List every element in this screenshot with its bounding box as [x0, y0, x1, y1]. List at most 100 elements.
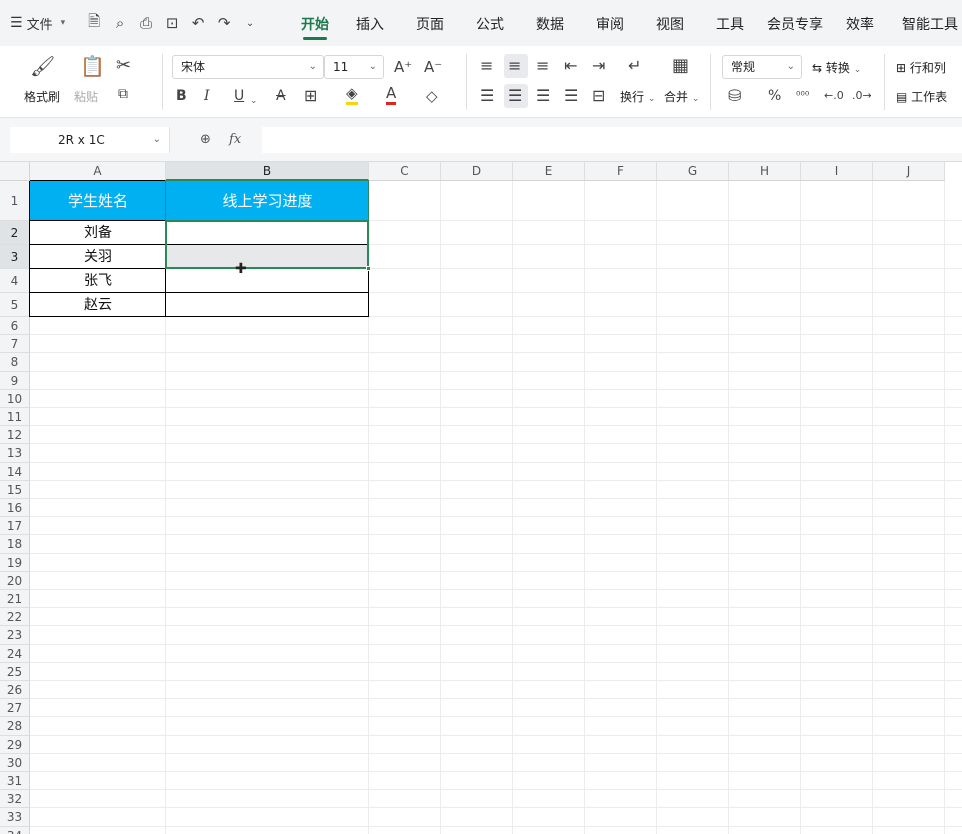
column-header-E[interactable]: E — [513, 162, 585, 181]
zoom-icon[interactable]: ⊕ — [200, 132, 211, 147]
convert-button[interactable]: ⇆ 转换 ⌄ — [812, 59, 861, 76]
format-painter-label[interactable]: 格式刷 — [24, 88, 60, 105]
thousands-icon[interactable]: ⁰⁰⁰ — [796, 86, 809, 106]
row-header-11[interactable]: 11 — [0, 408, 30, 427]
print-icon[interactable]: ⎙ — [137, 14, 155, 32]
row-header-4[interactable]: 4 — [0, 269, 30, 293]
row-header-16[interactable]: 16 — [0, 499, 30, 518]
cut-icon[interactable]: ✂ — [116, 56, 131, 76]
increase-font-icon[interactable]: A⁺ — [394, 57, 412, 77]
row-header-13[interactable]: 13 — [0, 444, 30, 463]
align-right-icon[interactable]: ☰ — [536, 86, 550, 106]
format-painter-icon[interactable]: 🖌 — [30, 56, 55, 76]
row-header-15[interactable]: 15 — [0, 480, 30, 499]
border-icon[interactable]: ⊞ — [304, 86, 317, 106]
row-header-6[interactable]: 6 — [0, 317, 30, 336]
select-all-corner[interactable] — [0, 162, 30, 181]
row-header-28[interactable]: 28 — [0, 717, 30, 736]
merge-button[interactable]: 合并 ⌄ — [664, 88, 699, 105]
column-header-G[interactable]: G — [657, 162, 729, 181]
row-header-30[interactable]: 30 — [0, 753, 30, 772]
student-name-cell[interactable]: 关羽 — [30, 245, 166, 269]
row-header-34[interactable]: 34 — [0, 826, 30, 834]
tab-6[interactable]: 视图 — [640, 0, 700, 46]
wrap-button[interactable]: 换行 ⌄ — [620, 88, 655, 105]
row-header-19[interactable]: 19 — [0, 553, 30, 572]
merge-cells-icon[interactable]: ▦ — [672, 56, 689, 76]
worksheet-button[interactable]: ▤ 工作表 — [896, 88, 947, 105]
tab-9[interactable]: 效率 — [830, 0, 890, 46]
column-header-D[interactable]: D — [441, 162, 513, 181]
row-header-26[interactable]: 26 — [0, 681, 30, 700]
tab-10[interactable]: 智能工具 — [890, 0, 962, 46]
table-header-cell[interactable]: 学生姓名 — [30, 181, 166, 221]
row-header-9[interactable]: 9 — [0, 371, 30, 390]
italic-button[interactable]: I — [204, 86, 210, 106]
font-name-select[interactable]: 宋体 ⌄ — [172, 55, 324, 79]
row-header-17[interactable]: 17 — [0, 517, 30, 536]
column-header-B[interactable]: B — [166, 162, 369, 181]
row-header-5[interactable]: 5 — [0, 293, 30, 317]
tab-3[interactable]: 公式 — [460, 0, 520, 46]
print-preview-icon[interactable]: ⊡ — [163, 14, 181, 32]
column-header-C[interactable]: C — [369, 162, 441, 181]
student-name-cell[interactable]: 刘备 — [30, 221, 166, 245]
column-header-H[interactable]: H — [729, 162, 801, 181]
fill-color-icon[interactable]: ◈ — [346, 84, 358, 105]
row-header-22[interactable]: 22 — [0, 608, 30, 627]
row-header-23[interactable]: 23 — [0, 626, 30, 645]
formula-input[interactable] — [262, 127, 962, 153]
tab-2[interactable]: 页面 — [400, 0, 460, 46]
row-header-10[interactable]: 10 — [0, 389, 30, 408]
row-header-3[interactable]: 3 — [0, 245, 30, 269]
file-menu[interactable]: ☰ 文件 ▾ — [0, 0, 65, 46]
bold-button[interactable]: B — [176, 86, 187, 106]
tab-5[interactable]: 审阅 — [580, 0, 640, 46]
row-header-8[interactable]: 8 — [0, 353, 30, 372]
row-header-32[interactable]: 32 — [0, 790, 30, 809]
row-header-29[interactable]: 29 — [0, 735, 30, 754]
paste-label[interactable]: 粘贴 — [74, 88, 98, 105]
share-icon[interactable]: ⌕ — [111, 14, 129, 32]
row-header-14[interactable]: 14 — [0, 462, 30, 481]
row-header-18[interactable]: 18 — [0, 535, 30, 554]
number-format-select[interactable]: 常规 ⌄ — [722, 55, 802, 79]
column-header-I[interactable]: I — [801, 162, 873, 181]
decrease-decimal-icon[interactable]: .0→ — [852, 86, 872, 106]
row-header-33[interactable]: 33 — [0, 808, 30, 827]
save-icon[interactable]: 🗎 — [85, 11, 103, 36]
row-header-1[interactable]: 1 — [0, 181, 30, 221]
align-bottom-icon[interactable]: ≡ — [536, 56, 549, 76]
row-header-31[interactable]: 31 — [0, 772, 30, 791]
fx-icon[interactable]: fx — [229, 132, 241, 147]
wrap-text-icon[interactable]: ↵ — [628, 56, 641, 76]
row-header-2[interactable]: 2 — [0, 221, 30, 245]
currency-icon[interactable]: ⛁ — [728, 86, 741, 106]
row-header-25[interactable]: 25 — [0, 662, 30, 681]
increase-decimal-icon[interactable]: ←.0 — [824, 86, 844, 106]
column-header-A[interactable]: A — [30, 162, 166, 181]
tab-1[interactable]: 插入 — [340, 0, 400, 46]
row-header-20[interactable]: 20 — [0, 571, 30, 590]
row-header-24[interactable]: 24 — [0, 644, 30, 663]
tab-4[interactable]: 数据 — [520, 0, 580, 46]
percent-button[interactable]: % — [768, 86, 781, 106]
tab-7[interactable]: 工具 — [700, 0, 760, 46]
increase-indent-icon[interactable]: ⇥ — [592, 56, 605, 76]
student-name-cell[interactable]: 赵云 — [30, 293, 166, 317]
column-header-F[interactable]: F — [585, 162, 657, 181]
align-middle-icon[interactable]: ≡ — [508, 56, 521, 76]
decrease-indent-icon[interactable]: ⇤ — [564, 56, 577, 76]
redo-icon[interactable]: ↷ — [215, 14, 233, 32]
student-name-cell[interactable]: 张飞 — [30, 269, 166, 293]
undo-icon[interactable]: ↶ — [189, 14, 207, 32]
row-header-7[interactable]: 7 — [0, 335, 30, 354]
distribute-icon[interactable]: ⊟ — [592, 86, 605, 106]
align-top-icon[interactable]: ≡ — [480, 56, 493, 76]
font-color-icon[interactable]: A — [386, 84, 397, 105]
row-header-27[interactable]: 27 — [0, 699, 30, 718]
fill-handle[interactable] — [366, 266, 371, 271]
align-center-icon[interactable]: ☰ — [508, 86, 522, 106]
paste-icon[interactable]: 📋 — [80, 56, 105, 76]
name-box[interactable]: 2R x 1C ⌄ — [10, 127, 170, 153]
